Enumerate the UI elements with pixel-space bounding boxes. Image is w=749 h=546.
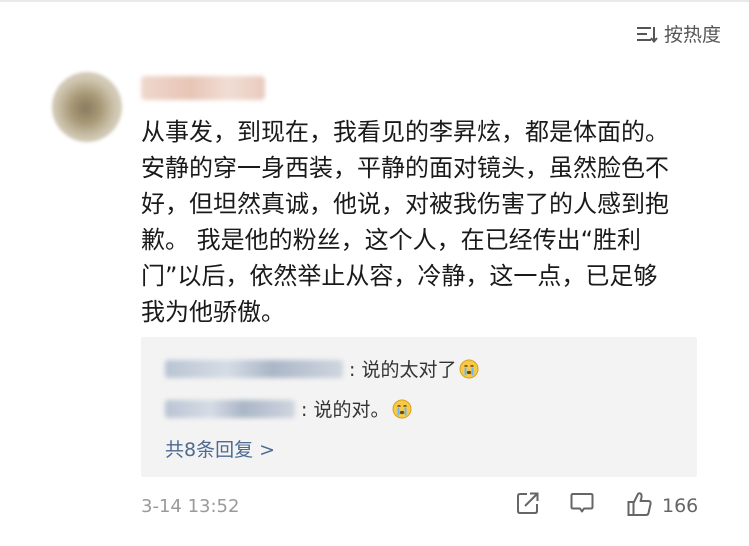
comment-icon	[569, 493, 595, 520]
share-button[interactable]	[515, 490, 541, 520]
reply-preview-box[interactable]: : 说的太对了 : 说的对。 共8条回复 >	[141, 337, 697, 477]
reply-text: : 说的对。	[301, 399, 390, 421]
thumbs-up-icon	[626, 490, 654, 522]
username[interactable]	[141, 76, 265, 100]
crying-face-icon	[459, 359, 479, 379]
reply-item[interactable]: : 说的太对了	[165, 355, 479, 382]
share-icon	[515, 492, 541, 520]
sort-by-hot-button[interactable]: 按热度	[636, 20, 721, 47]
crying-face-icon	[392, 399, 412, 419]
reply-text: : 说的太对了	[349, 359, 457, 381]
reply-username[interactable]	[165, 359, 343, 378]
reply-item[interactable]: : 说的对。	[165, 395, 412, 422]
view-all-replies-link[interactable]: 共8条回复 >	[165, 435, 275, 462]
sort-label: 按热度	[663, 24, 721, 46]
comment-button[interactable]	[569, 490, 595, 520]
like-button[interactable]: 166	[626, 490, 698, 522]
avatar[interactable]	[52, 72, 122, 142]
sort-lines-icon	[636, 25, 658, 43]
reply-username[interactable]	[165, 399, 295, 418]
top-divider	[0, 0, 749, 2]
comment-timestamp: 3-14 13:52	[141, 496, 240, 517]
like-count: 166	[662, 495, 699, 517]
comment-body: 从事发，到现在，我看见的李昇炫，都是体面的。 安静的穿一身西装，平静的面对镜头，…	[141, 118, 669, 326]
